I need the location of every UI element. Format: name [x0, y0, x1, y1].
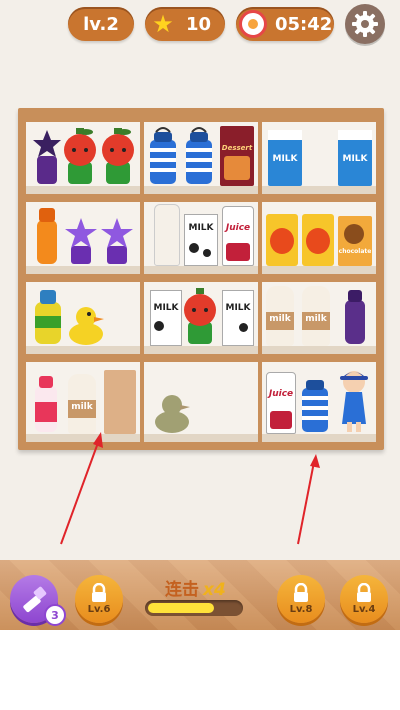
snack-box[interactable] — [104, 370, 136, 434]
dessert-label: Dessert — [221, 144, 253, 152]
milk-carton[interactable]: MILK — [150, 290, 182, 346]
juice-label: Juice — [268, 389, 294, 399]
blue-striped-thermos[interactable] — [182, 124, 216, 186]
lock-level-label: Lv.8 — [289, 604, 313, 615]
timer-value: 05:42 — [275, 13, 333, 35]
red-apple-jar[interactable] — [62, 124, 98, 186]
star-icon: ★ — [148, 9, 178, 39]
hint-arrow — [297, 454, 320, 545]
chocolate-biscuit-box[interactable]: chocolate — [338, 216, 372, 266]
red-apple-jar[interactable] — [100, 124, 136, 186]
milk-label: MILK — [225, 303, 251, 313]
shelf-cell: milk milk — [262, 282, 376, 354]
timer: 05:42 — [236, 7, 334, 41]
shelf-cell — [144, 362, 258, 442]
shelf-cell: MILK MILK — [144, 282, 258, 354]
red-apple-jar[interactable] — [182, 284, 218, 346]
milk-carton[interactable]: MILK — [184, 214, 218, 266]
combo-multiplier: x4 — [203, 580, 226, 600]
purple-thermos[interactable] — [342, 286, 368, 346]
milk-label: MILK — [272, 154, 298, 164]
shrimp-chips-bag[interactable] — [302, 214, 334, 266]
bottom-area — [0, 630, 400, 710]
milk-bottle[interactable]: milk — [302, 286, 330, 346]
lock-icon — [357, 583, 371, 602]
shelf: Dessert MILK MILK MILK Juice chocolate M… — [18, 108, 384, 450]
star-counter: ★ 10 — [145, 7, 225, 41]
shelf-cell — [26, 202, 140, 274]
clock-icon — [239, 10, 267, 38]
juice-carton[interactable]: Juice — [266, 372, 296, 434]
hint-arrow — [60, 432, 103, 545]
lock-level-label: Lv.6 — [87, 604, 111, 615]
gear-icon — [352, 11, 378, 37]
shelf-cell: Dessert — [144, 122, 258, 194]
blue-striped-thermos[interactable] — [298, 372, 332, 434]
star-count: 10 — [186, 13, 212, 35]
yellow-juice-bottle[interactable] — [32, 284, 64, 346]
blue-striped-thermos[interactable] — [146, 124, 180, 186]
shrimp-chips-bag[interactable] — [266, 214, 298, 266]
juice-label: Juice — [225, 223, 251, 233]
milk-label: MILK — [188, 223, 214, 233]
milk-label: milk — [305, 314, 327, 324]
combo-progress-fill — [148, 603, 214, 613]
shelf-cell: MILK Juice — [144, 202, 258, 274]
strawberry-yogurt-bottle[interactable] — [32, 372, 60, 434]
locked-slot-button[interactable]: Lv.8 — [277, 575, 325, 623]
milk-label: milk — [269, 314, 291, 324]
purple-star-toy[interactable] — [32, 128, 62, 186]
juice-carton[interactable]: Juice — [222, 206, 254, 266]
tool-count-badge: 3 — [44, 604, 66, 626]
settings-button[interactable] — [345, 4, 385, 44]
rubber-duck[interactable] — [152, 392, 192, 434]
combo-text: 连击 — [165, 580, 199, 600]
locked-slot-button[interactable]: Lv.4 — [340, 575, 388, 623]
orange-thermos-bottle[interactable] — [34, 204, 60, 266]
lock-level-label: Lv.4 — [352, 604, 376, 615]
purple-star-toy[interactable] — [64, 216, 98, 266]
yellow-rubber-duck[interactable] — [66, 304, 106, 346]
milk-carton[interactable]: MILK — [222, 290, 254, 346]
milk-bottle[interactable] — [154, 204, 180, 266]
lock-icon — [294, 583, 308, 602]
locked-slot-button[interactable]: Lv.6 — [75, 575, 123, 623]
milk-bottle[interactable]: milk — [68, 374, 96, 434]
lock-icon — [92, 583, 106, 602]
milk-carton[interactable]: MILK — [268, 130, 302, 186]
purple-star-toy[interactable] — [100, 216, 134, 266]
combo-label: 连击 x4 — [165, 575, 226, 600]
dessert-snack-box[interactable]: Dessert — [220, 126, 254, 186]
shelf-cell — [26, 282, 140, 354]
shelf-cell: MILK MILK — [262, 122, 376, 194]
combo-progress-bar — [145, 600, 243, 616]
shelf-cell: Juice — [262, 362, 376, 442]
shelf-cell: chocolate — [262, 202, 376, 274]
milk-bottle[interactable]: milk — [266, 286, 294, 346]
shelf-cell — [26, 122, 140, 194]
level-label: lv.2 — [83, 13, 119, 35]
milk-label: milk — [71, 402, 93, 412]
milk-label: MILK — [153, 303, 179, 313]
level-indicator: lv.2 — [68, 7, 134, 41]
milk-carton-with-handle[interactable]: MILK — [338, 130, 372, 186]
doll-figure[interactable] — [336, 368, 372, 434]
milk-label: MILK — [342, 154, 368, 164]
chocolate-label: chocolate — [338, 248, 372, 255]
